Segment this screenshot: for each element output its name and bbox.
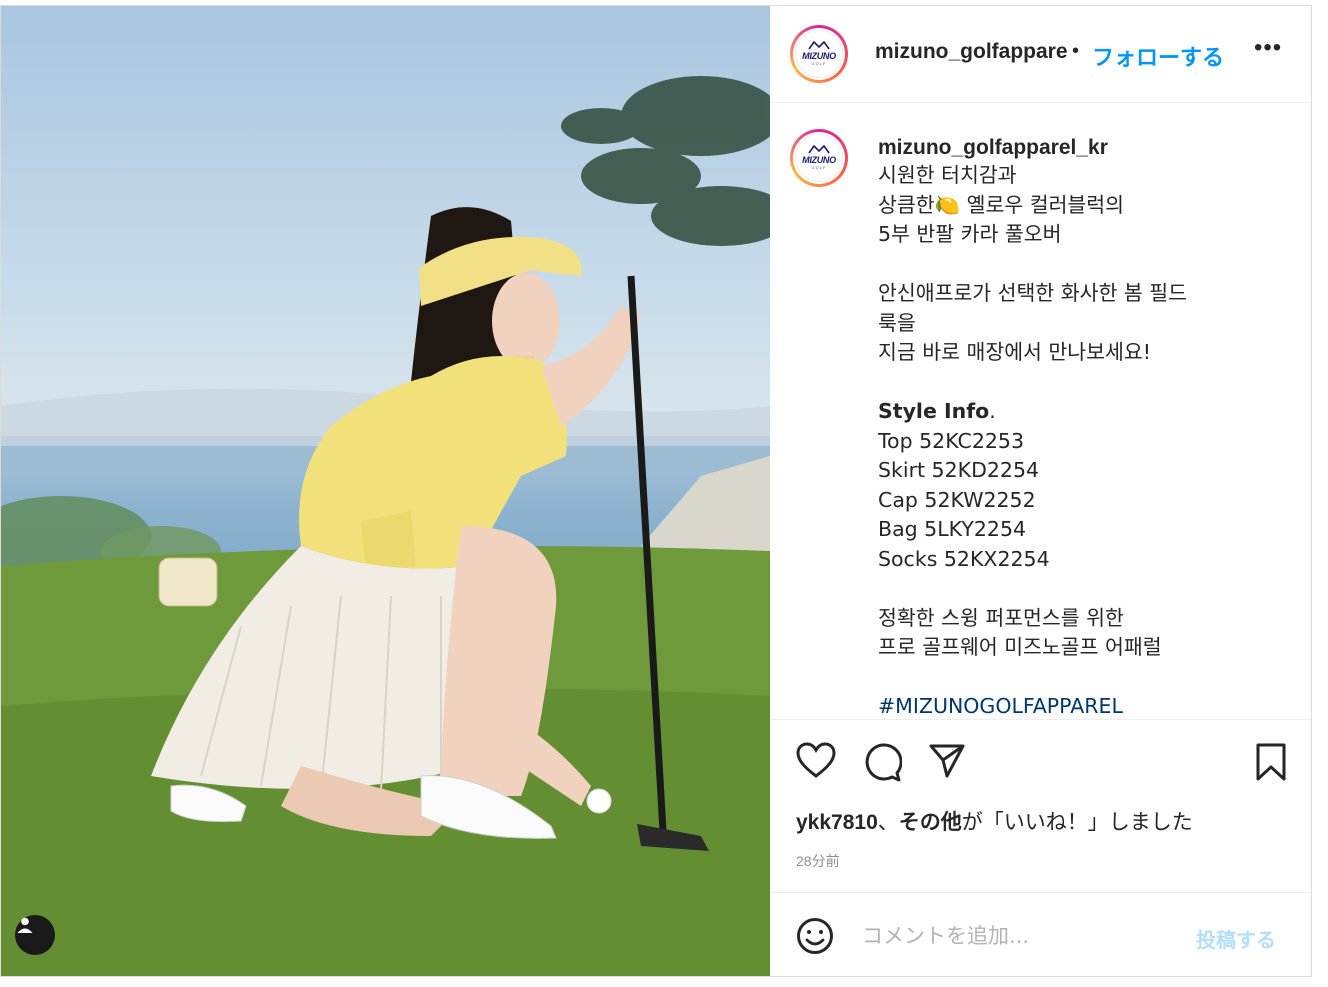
post-header: MIZUNO GOLF mizuno_golfapparel_kr • フォロー… [770,6,1311,103]
user-tag-icon[interactable] [15,915,55,955]
likes-separator: 、 [877,811,899,834]
send-icon[interactable] [928,742,966,785]
post-timestamp[interactable]: 28分前 [796,851,840,871]
closing-line: 정확한 스윙 퍼포먼스를 위한 [878,605,1124,630]
style-item: Bag 5LKY2254 [878,517,1027,541]
comment-bar: 投稿する [770,892,1311,976]
bookmark-icon[interactable] [1254,742,1288,787]
post-photo[interactable] [1,6,770,976]
more-horizontal-icon[interactable]: ••• [1254,34,1282,62]
hashtag-link[interactable]: #MIZUNOGOLFAPPAREL [878,694,1123,718]
caption-username[interactable]: mizuno_golfapparel_kr [878,136,1108,160]
caption-line: 룩을 [878,310,916,335]
follow-button[interactable]: フォローする [1092,40,1224,72]
instagram-post: MIZUNO GOLF mizuno_golfapparel_kr • フォロー… [0,5,1312,977]
caption-area: MIZUNO GOLF mizuno_golfapparel_kr 시원한 터치… [770,103,1311,719]
mizuno-logo-icon: MIZUNO GOLF [795,134,843,182]
style-info-label: Style Info [878,399,990,423]
likes-suffix: が「いいね！」しました [961,811,1193,834]
liker-username[interactable]: ykk7810 [796,811,878,834]
style-item: Skirt 52KD2254 [878,458,1040,482]
emoji-icon[interactable] [796,917,834,960]
closing-line: 프로 골프웨어 미즈노골프 어패럴 [878,635,1162,659]
likes-others-link[interactable]: その他 [899,811,962,834]
heart-icon[interactable] [796,742,836,785]
caption-line: 안신애프로가 선택한 화사한 봄 필드 [878,281,1187,305]
comment-input[interactable] [860,917,1184,955]
caption-line: 5부 반팔 카라 풀오버 [878,222,1062,246]
caption-line: 상큼한🍋 옐로우 컬러블럭의 [878,192,1125,217]
caption-line: 지금 바로 매장에서 만나보세요! [878,340,1151,364]
style-info-period: . [989,399,996,423]
header-username[interactable]: mizuno_golfapparel_kr [875,40,1067,64]
style-item: Socks 52KX2254 [878,546,1050,571]
photo-illustration [1,76,770,976]
post-side-panel: MIZUNO GOLF mizuno_golfapparel_kr • フォロー… [770,6,1311,976]
comment-icon[interactable] [862,742,903,787]
style-item: Cap 52KW2252 [878,487,1036,512]
header-separator: • [1072,40,1080,62]
action-bar [770,719,1311,799]
caption-text: 시원한 터치감과 상큼한🍋 옐로우 컬러블럭의 5부 반팔 카라 풀오버 안신애… [878,161,1298,719]
avatar[interactable]: MIZUNO GOLF [790,25,848,83]
likes-summary: ykk7810、その他が「いいね！」しました [796,806,1193,836]
style-item: Top 52KC2253 [878,428,1025,453]
caption-avatar[interactable]: MIZUNO GOLF [790,129,848,187]
caption-line: 시원한 터치감과 [878,163,1017,187]
post-comment-button[interactable]: 投稿する [1196,924,1276,953]
mizuno-logo-icon: MIZUNO GOLF [795,30,843,78]
